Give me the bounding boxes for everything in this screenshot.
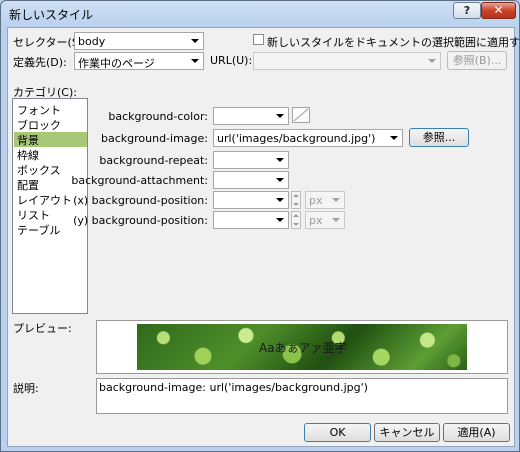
- define-in-value: 作業中のページ: [78, 57, 155, 70]
- position-y-unit-value: px: [309, 214, 323, 227]
- position-y-spinner[interactable]: [291, 211, 301, 229]
- background-image-browse-button[interactable]: 参照...: [409, 128, 469, 147]
- color-swatch-icon: [293, 108, 309, 122]
- position-y-unit-combobox[interactable]: px: [305, 211, 345, 229]
- define-in-label: 定義先(D):: [13, 56, 67, 69]
- chevron-down-icon: [276, 198, 284, 202]
- background-position-x-combobox[interactable]: [213, 191, 289, 209]
- position-x-spinner[interactable]: [291, 191, 301, 209]
- apply-new-style-checkbox[interactable]: [253, 34, 264, 45]
- cancel-label: キャンセル: [379, 426, 435, 439]
- color-picker-button[interactable]: [292, 107, 310, 123]
- background-color-label: background-color:: [108, 110, 208, 123]
- spin-up-icon: [293, 194, 299, 197]
- title-bar[interactable]: 新しいスタイル ? ✕: [1, 1, 519, 27]
- background-image-combobox[interactable]: url('images/background.jpg'): [213, 129, 403, 147]
- background-repeat-combobox[interactable]: [213, 151, 289, 169]
- url-combobox[interactable]: [253, 52, 441, 70]
- help-icon: ?: [463, 4, 471, 17]
- dialog-body: セレクター(S): body 新しいスタイルをドキュメントの選択範囲に適用する(…: [7, 27, 520, 447]
- close-icon: ✕: [493, 3, 504, 17]
- chevron-down-icon: [332, 198, 340, 202]
- close-button[interactable]: ✕: [481, 2, 516, 19]
- preview-background-image: Aaあぁアァ亜宇: [137, 324, 467, 370]
- help-button[interactable]: ?: [453, 2, 481, 19]
- apply-new-style-label: 新しいスタイルをドキュメントの選択範囲に適用する(P): [267, 36, 520, 49]
- chevron-down-icon: [276, 178, 284, 182]
- chevron-down-icon: [390, 136, 398, 140]
- url-browse-button[interactable]: 参照(B)...: [447, 51, 507, 70]
- chevron-down-icon: [276, 218, 284, 222]
- dialog-window: 新しいスタイル ? ✕ セレクター(S): body 新しいスタイルをドキュメン…: [0, 0, 520, 452]
- background-image-label: background-image:: [101, 132, 208, 145]
- spin-down-icon: [293, 203, 299, 206]
- preview-sample-text: Aaあぁアァ亜宇: [259, 341, 347, 355]
- window-title: 新しいスタイル: [9, 8, 94, 22]
- url-label: URL(U):: [210, 54, 253, 67]
- apply-button[interactable]: 適用(A): [443, 423, 510, 442]
- description-text: background-image: url('images/background…: [99, 381, 368, 394]
- position-x-unit-value: px: [309, 194, 323, 207]
- background-position-x-label: (x) background-position:: [73, 194, 208, 207]
- spin-down-icon: [293, 223, 299, 226]
- ok-label: OK: [329, 426, 346, 439]
- background-position-y-combobox[interactable]: [213, 211, 289, 229]
- background-image-browse-label: 参照...: [422, 131, 456, 144]
- preview-pane: Aaあぁアァ亜宇: [96, 320, 508, 374]
- position-x-unit-combobox[interactable]: px: [305, 191, 345, 209]
- apply-label: 適用(A): [457, 426, 496, 439]
- chevron-down-icon: [332, 218, 340, 222]
- background-color-combobox[interactable]: [213, 107, 289, 125]
- background-repeat-label: background-repeat:: [99, 154, 208, 167]
- description-box: background-image: url('images/background…: [96, 378, 508, 414]
- background-attachment-label: background-attachment:: [71, 174, 208, 187]
- url-browse-label: 参照(B)...: [452, 54, 502, 67]
- chevron-down-icon: [428, 59, 436, 63]
- background-image-value: url('images/background.jpg'): [217, 132, 376, 145]
- description-label: 説明:: [13, 382, 39, 395]
- chevron-down-icon: [276, 114, 284, 118]
- chevron-down-icon: [191, 59, 199, 63]
- background-attachment-combobox[interactable]: [213, 171, 289, 189]
- spin-up-icon: [293, 214, 299, 217]
- preview-label: プレビュー:: [13, 322, 72, 335]
- chevron-down-icon: [276, 158, 284, 162]
- cancel-button[interactable]: キャンセル: [374, 423, 440, 442]
- selector-combobox[interactable]: body: [74, 32, 204, 50]
- chevron-down-icon: [191, 39, 199, 43]
- background-position-y-label: (y) background-position:: [73, 214, 208, 227]
- define-in-combobox[interactable]: 作業中のページ: [74, 52, 204, 70]
- selector-value: body: [78, 35, 106, 48]
- ok-button[interactable]: OK: [304, 423, 371, 442]
